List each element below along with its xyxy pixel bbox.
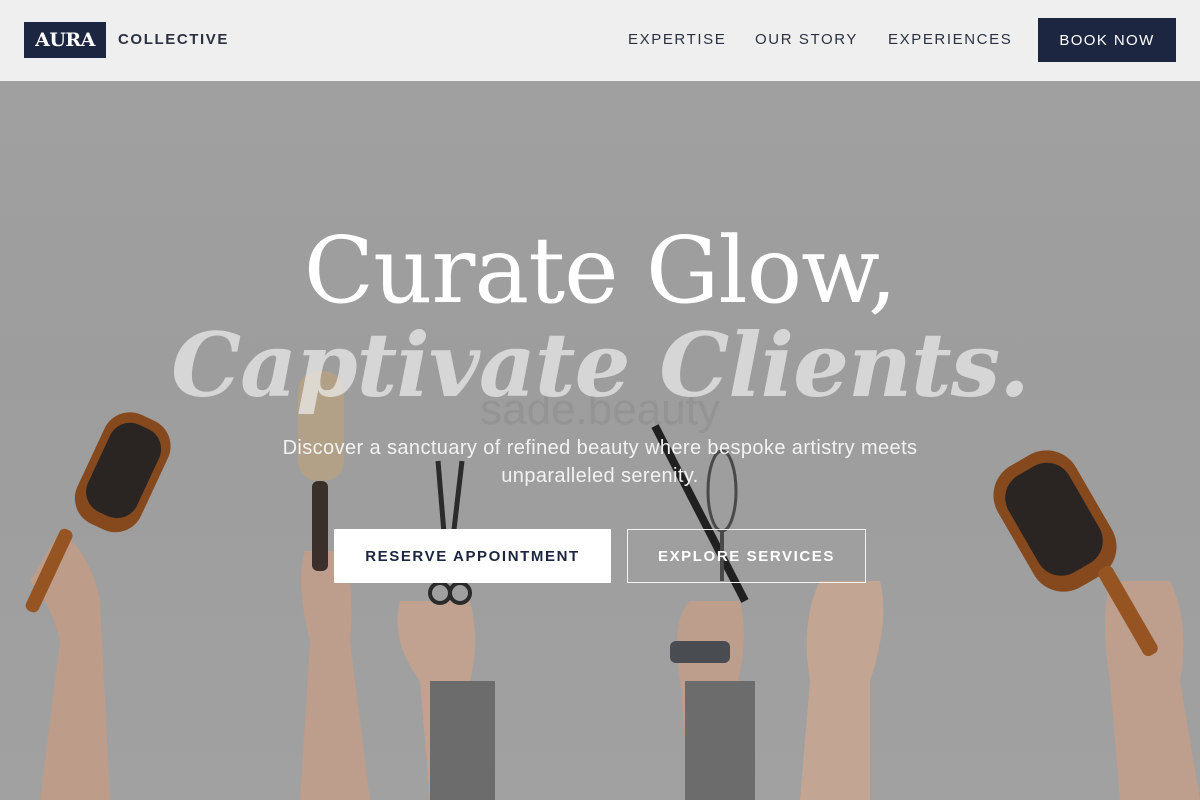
site-header: AURA COLLECTIVE EXPERTISE OUR STORY EXPE… bbox=[0, 0, 1200, 81]
explore-services-button[interactable]: EXPLORE SERVICES bbox=[627, 529, 866, 583]
hero-subtitle: Discover a sanctuary of refined beauty w… bbox=[282, 437, 918, 487]
hero-title-line1: Curate Glow, bbox=[303, 217, 898, 324]
hero-section: Curate Glow, Captivate Clients. sade.bea… bbox=[0, 81, 1200, 800]
book-now-button[interactable]: BOOK NOW bbox=[1038, 18, 1176, 62]
logo-mark[interactable]: AURA bbox=[24, 22, 106, 58]
logo-wordmark[interactable]: COLLECTIVE bbox=[118, 31, 229, 48]
reserve-appointment-button[interactable]: RESERVE APPOINTMENT bbox=[334, 529, 611, 583]
nav-link-our-story[interactable]: OUR STORY bbox=[755, 31, 858, 48]
logo-text: AURA bbox=[35, 29, 95, 51]
nav-link-experiences[interactable]: EXPERIENCES bbox=[888, 31, 1012, 48]
hero-title-line2: Captivate Clients. bbox=[171, 313, 1030, 417]
nav-link-expertise[interactable]: EXPERTISE bbox=[628, 31, 726, 48]
